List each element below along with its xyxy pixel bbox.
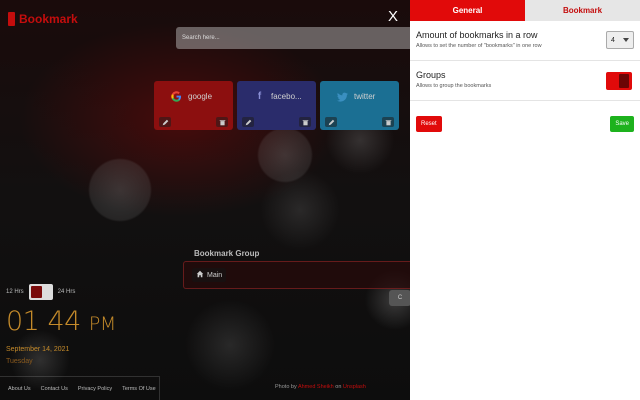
- tile-label: twitter: [354, 92, 376, 101]
- home-icon: [196, 270, 204, 280]
- photo-author-link[interactable]: Ahmed Sheikh: [298, 384, 334, 390]
- settings-tabs: General Bookmark: [410, 0, 640, 21]
- clock-date: September 14, 2021: [6, 346, 70, 353]
- chevron-down-icon: [623, 37, 629, 44]
- reset-button[interactable]: Reset: [416, 116, 442, 132]
- bookmark-tile-facebook[interactable]: f facebo...: [237, 81, 316, 130]
- trash-icon[interactable]: [299, 117, 311, 127]
- search-input[interactable]: Search here...: [176, 27, 410, 49]
- setting-description: Allows to set the number of "bookmarks" …: [416, 43, 542, 49]
- tile-label: google: [188, 92, 213, 101]
- bookmark-tile-twitter[interactable]: twitter: [320, 81, 399, 130]
- group-chip-label: Main: [207, 271, 223, 279]
- footer-link-about[interactable]: About Us: [8, 386, 31, 392]
- footer-links: About Us Contact Us Privacy Policy Terms…: [0, 376, 160, 400]
- close-settings-button[interactable]: X: [388, 8, 398, 25]
- edit-icon[interactable]: [325, 117, 337, 127]
- clock-ampm: PM: [88, 313, 116, 335]
- trash-icon[interactable]: [382, 117, 394, 127]
- footer-link-contact[interactable]: Contact Us: [41, 386, 68, 392]
- add-group-button[interactable]: C: [389, 290, 411, 306]
- setting-groups: Groups Allows to group the bookmarks: [410, 61, 640, 101]
- group-chip-main[interactable]: Main: [192, 268, 227, 282]
- settings-panel: General Bookmark Amount of bookmarks in …: [410, 0, 640, 400]
- footer-link-privacy[interactable]: Privacy Policy: [78, 386, 112, 392]
- settings-actions: Reset Save: [410, 101, 640, 141]
- format-24h-label: 24 Hrs: [57, 289, 76, 295]
- setting-description: Allows to group the bookmarks: [416, 83, 492, 89]
- edit-icon[interactable]: [242, 117, 254, 127]
- bookmark-tile-google[interactable]: google: [154, 81, 233, 130]
- brand-name: Bookmark: [19, 12, 78, 26]
- bookmark-group-bar: Main: [183, 261, 413, 289]
- clock-day: Tuesday: [6, 358, 33, 365]
- twitter-icon: [336, 90, 349, 103]
- trash-icon[interactable]: [216, 117, 228, 127]
- photo-credit: Photo by Ahmed Sheikh on Unsplash: [275, 384, 366, 390]
- clock-time: 01 44 PM: [6, 306, 116, 337]
- tab-bookmark[interactable]: Bookmark: [525, 0, 640, 21]
- bookmarks-per-row-select[interactable]: 4: [606, 31, 634, 49]
- groups-toggle[interactable]: [606, 72, 632, 90]
- setting-title: Groups: [416, 70, 446, 80]
- select-value: 4: [611, 36, 615, 44]
- facebook-icon: f: [257, 91, 262, 102]
- tile-label: facebo...: [271, 92, 302, 101]
- tab-general[interactable]: General: [410, 0, 525, 21]
- photo-credit-mid: on: [335, 384, 342, 390]
- format-12h-label: 12 Hrs: [6, 289, 24, 295]
- footer-link-terms[interactable]: Terms Of Use: [122, 386, 156, 392]
- bookmark-group-title: Bookmark Group: [194, 249, 260, 258]
- brand-logo[interactable]: Bookmark: [8, 12, 78, 26]
- time-format-toggle[interactable]: [28, 284, 53, 300]
- bookmark-icon: [8, 12, 15, 26]
- toggle-knob: [30, 286, 42, 298]
- edit-icon[interactable]: [159, 117, 171, 127]
- google-icon: [170, 90, 183, 103]
- photo-credit-prefix: Photo by: [275, 384, 297, 390]
- toggle-knob: [619, 74, 629, 88]
- setting-row-amount: Amount of bookmarks in a row Allows to s…: [410, 21, 640, 61]
- setting-title: Amount of bookmarks in a row: [416, 30, 538, 40]
- time-format-toggle-group: 12 Hrs 24 Hrs: [6, 284, 75, 300]
- photo-source-link[interactable]: Unsplash: [343, 384, 366, 390]
- save-button[interactable]: Save: [610, 116, 634, 132]
- clock-digits: 01 44: [6, 306, 81, 337]
